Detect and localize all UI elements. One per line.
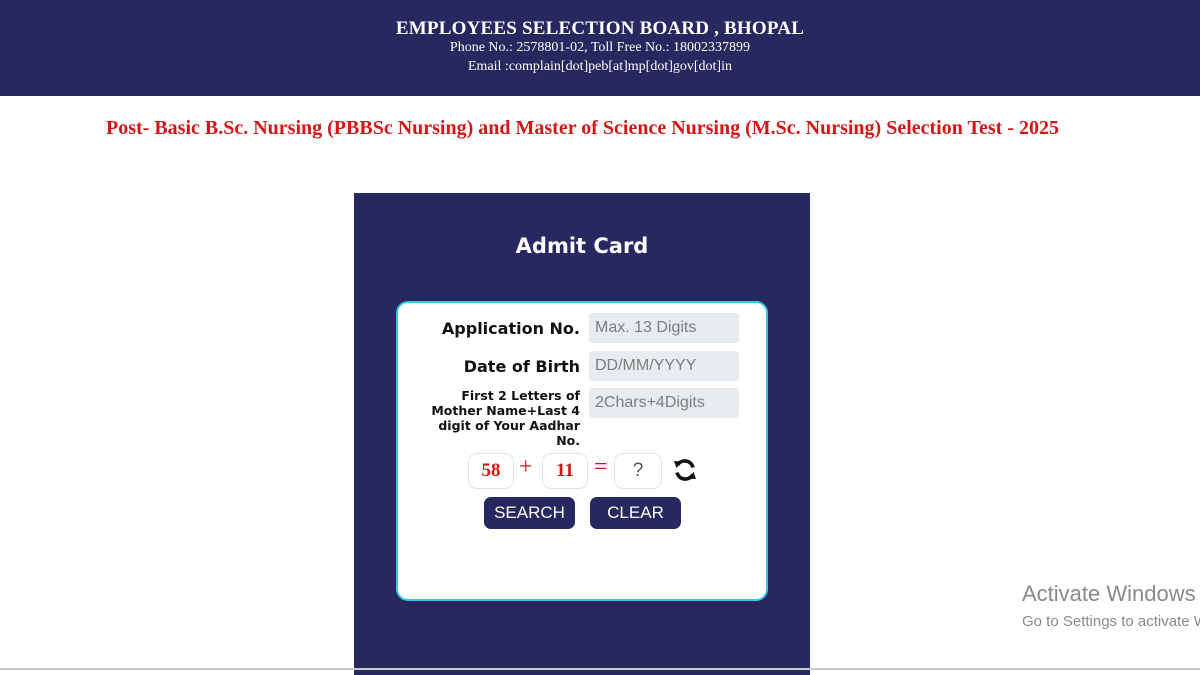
clear-button[interactable]: CLEAR bbox=[590, 497, 681, 529]
watermark-line-2: Go to Settings to activate Windows. bbox=[1022, 613, 1200, 630]
captcha-number-1: 58 bbox=[468, 453, 514, 489]
dob-input[interactable] bbox=[589, 351, 739, 381]
contact-phone: Phone No.: 2578801-02, Toll Free No.: 18… bbox=[449, 40, 751, 55]
captcha-plus-sign: + bbox=[519, 454, 533, 480]
application-no-label: Application No. bbox=[441, 319, 580, 338]
panel-title: Admit Card bbox=[515, 234, 649, 258]
captcha-equals-sign: = bbox=[594, 454, 608, 480]
form-card bbox=[396, 301, 768, 601]
bottom-divider bbox=[0, 668, 1200, 670]
search-button[interactable]: SEARCH bbox=[484, 497, 575, 529]
mother-aadhar-label: First 2 Letters of Mother Name+Last 4 di… bbox=[431, 388, 580, 448]
captcha-answer-input[interactable] bbox=[614, 453, 662, 489]
org-name: EMPLOYEES SELECTION BOARD , BHOPAL bbox=[395, 18, 805, 39]
dob-label: Date of Birth bbox=[463, 357, 580, 376]
site-header: EMPLOYEES SELECTION BOARD , BHOPAL Phone… bbox=[0, 0, 1200, 96]
watermark-line-1: Activate Windows bbox=[1022, 581, 1196, 606]
windows-activation-watermark: Activate Windows Go to Settings to activ… bbox=[1022, 581, 1200, 630]
exam-title: Post- Basic B.Sc. Nursing (PBBSc Nursing… bbox=[106, 117, 1059, 139]
mother-aadhar-input[interactable] bbox=[589, 388, 739, 418]
captcha-number-2: 11 bbox=[542, 453, 588, 489]
refresh-icon[interactable] bbox=[672, 457, 698, 483]
page: EMPLOYEES SELECTION BOARD , BHOPAL Phone… bbox=[0, 0, 1200, 675]
contact-email: Email :complain[dot]peb[at]mp[dot]gov[do… bbox=[468, 59, 732, 74]
application-no-input[interactable] bbox=[589, 313, 739, 343]
